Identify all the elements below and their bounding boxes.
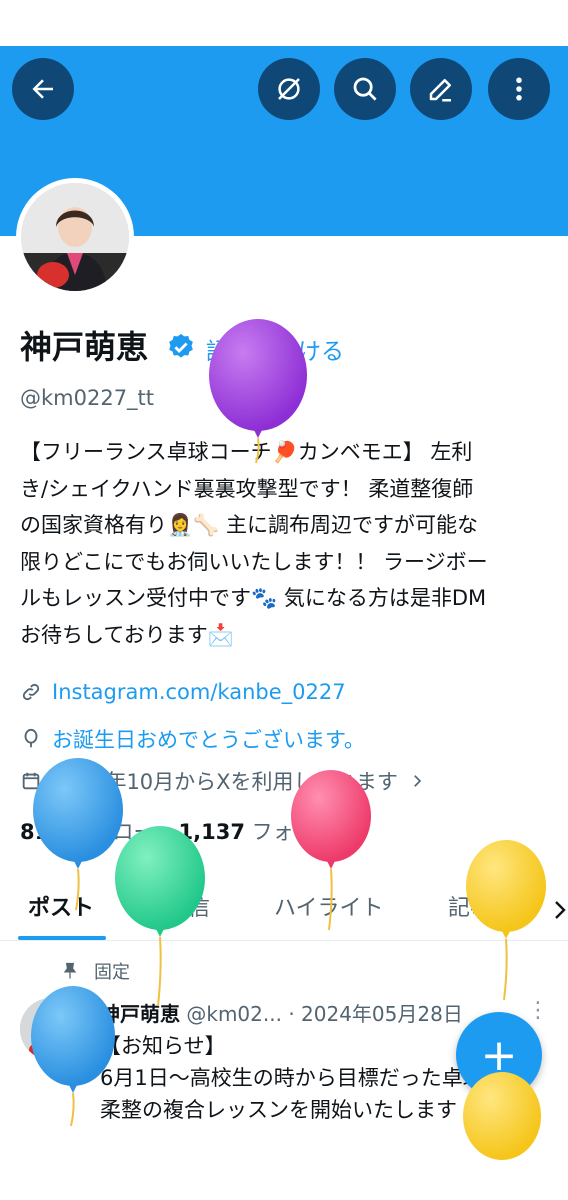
link-icon <box>22 683 40 701</box>
bio-line: き/シェイクハンド裏裏攻撃型です！ 柔道整復師 <box>20 476 474 501</box>
balloon-green <box>114 826 206 1012</box>
search-icon <box>353 77 377 101</box>
birthday-row: お誕生日おめでとうございます。 <box>20 724 365 754</box>
profile-name: 神戸萌恵 <box>20 328 149 366</box>
bio-line: 限りどこにでもお伺いいたします！！ ラージボー <box>20 549 488 574</box>
bio-line: ルもレッスン受付中です🐾 気になる方は是非DM <box>20 586 487 610</box>
balloon-purple <box>208 319 308 469</box>
edit-button[interactable] <box>410 58 472 120</box>
edit-icon <box>429 79 451 102</box>
profile-handle: @km0227_tt <box>20 386 155 410</box>
balloon-yellow <box>465 840 547 1006</box>
arrow-left-icon <box>32 79 53 99</box>
grok-icon <box>278 78 300 100</box>
avatar <box>21 183 129 291</box>
verified-badge-icon[interactable] <box>166 332 196 366</box>
search-button[interactable] <box>334 58 396 120</box>
profile-avatar[interactable] <box>16 178 134 296</box>
balloon-blue <box>32 758 124 916</box>
balloon-yellow-2 <box>462 1072 542 1160</box>
birthday-text: お誕生日おめでとうございます。 <box>52 728 365 752</box>
balloon-icon <box>24 728 38 748</box>
balloon-blue-2 <box>30 986 116 1132</box>
bio-line: お待ちしております📩 <box>20 622 234 647</box>
bio-line: の国家資格有り👩‍⚕️🦴 主に調布周辺ですが可能な <box>20 513 478 537</box>
more-button[interactable] <box>488 58 550 120</box>
post-text-line: 6月1日～高校生の時から目標だった卓球× <box>100 1066 502 1090</box>
back-button[interactable] <box>12 58 74 120</box>
tabs-scroll-right-icon[interactable] <box>552 898 568 922</box>
balloon-pink <box>290 770 372 936</box>
website-link[interactable]: Instagram.com/kanbe_0227 <box>52 680 346 704</box>
chevron-right-icon <box>414 775 422 787</box>
active-tab-indicator <box>18 936 106 940</box>
website-row[interactable]: Instagram.com/kanbe_0227 <box>20 680 346 704</box>
post-text-line: 柔整の複合レッスンを開始いたします <box>100 1098 457 1122</box>
grok-button[interactable] <box>258 58 320 120</box>
post-text-line: 【お知らせ】 <box>100 1034 226 1058</box>
pin-icon <box>63 962 77 979</box>
post-date: · 2024年05月28日 <box>288 1002 463 1026</box>
more-vertical-icon <box>516 77 522 101</box>
